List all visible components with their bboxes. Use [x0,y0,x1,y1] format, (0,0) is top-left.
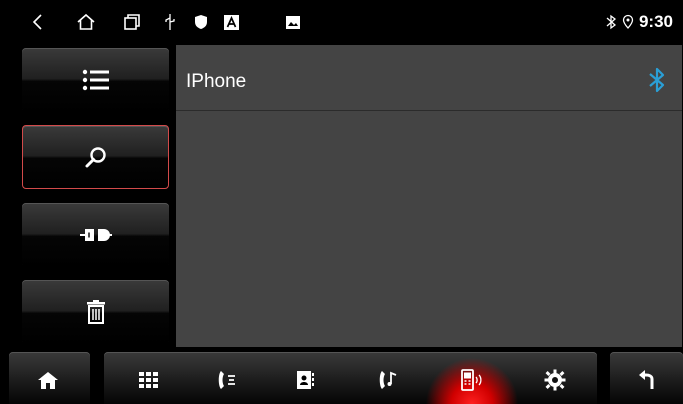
phone-link-icon[interactable] [459,368,487,392]
plug-connect-icon [79,229,112,241]
status-bar: 9:30 [0,0,683,44]
device-list-panel: IPhone [176,45,682,347]
a-box-icon [224,15,239,30]
home-icon[interactable] [36,368,60,392]
recent-apps-icon[interactable] [122,12,142,32]
dialpad-icon[interactable] [136,368,160,392]
home-nav-icon[interactable] [76,12,96,32]
device-name: IPhone [186,71,247,92]
back-nav-icon[interactable] [28,12,48,32]
list-icon [82,69,109,91]
phone-music-icon[interactable] [376,368,400,392]
settings-icon[interactable] [543,368,567,392]
image-icon [286,16,300,29]
list-menu-button[interactable] [22,48,169,112]
status-right-area: 9:30 [605,10,673,34]
location-icon [622,14,634,29]
device-row[interactable]: IPhone [176,45,682,111]
trash-icon [86,300,105,324]
search-icon [85,147,106,168]
search-button[interactable] [22,125,169,189]
phone-function-bar [104,352,597,404]
bluetooth-icon [649,67,665,93]
bluetooth-icon [606,14,617,30]
shield-icon [195,15,207,29]
connect-button[interactable] [22,203,169,267]
return-icon[interactable] [636,368,660,392]
contacts-icon[interactable] [293,368,317,392]
call-log-icon[interactable] [215,368,239,392]
delete-button[interactable] [22,280,169,344]
usb-icon [165,14,175,30]
clock: 9:30 [638,12,673,31]
